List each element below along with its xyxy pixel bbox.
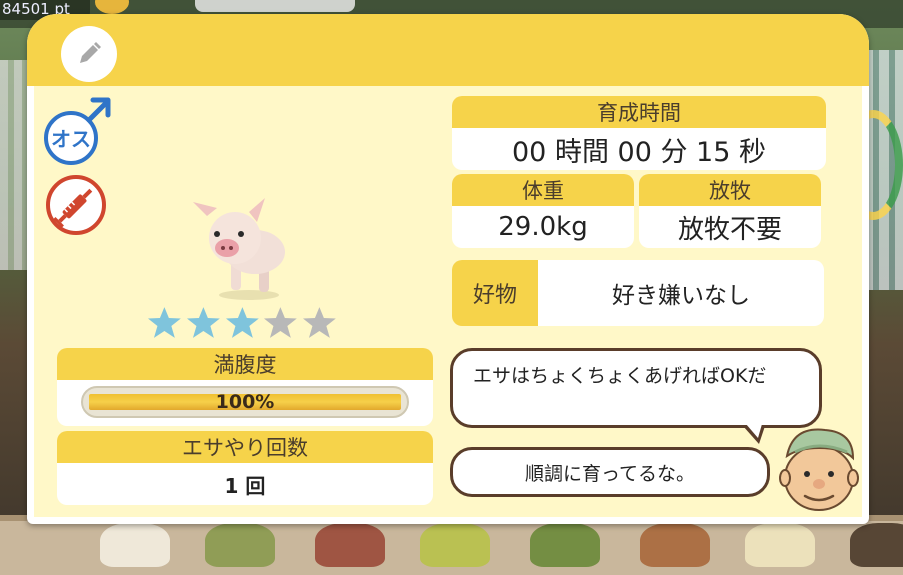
food-shelf bbox=[0, 515, 903, 575]
gender-label: オス bbox=[51, 127, 91, 151]
star-empty-icon bbox=[264, 307, 298, 338]
weight-label: 体重 bbox=[452, 174, 634, 206]
weight-card: 体重 29.0kg bbox=[452, 174, 634, 248]
farmer-avatar bbox=[779, 428, 859, 511]
grazing-label: 放牧 bbox=[639, 174, 821, 206]
fullness-label: 満腹度 bbox=[57, 348, 433, 380]
speech-bubble-tail bbox=[746, 424, 762, 438]
fence bbox=[0, 60, 30, 270]
speech-bubble: エサはちょくちょくあげればOKだ bbox=[450, 348, 822, 428]
grazing-card: 放牧 放牧不要 bbox=[639, 174, 821, 248]
fullness-card: 満腹度 100% bbox=[57, 348, 433, 426]
animal-info-dialog: オス 満腹度 100% エサやり回数 1 回 育成時間 00 時間 00 分 1… bbox=[27, 14, 869, 524]
grow-time-value: 00 時間 00 分 15 秒 bbox=[512, 136, 766, 168]
weight-value: 29.0kg bbox=[498, 212, 588, 242]
food-item[interactable] bbox=[315, 523, 385, 567]
grazing-value: 放牧不要 bbox=[677, 214, 782, 245]
dialog-header bbox=[27, 14, 869, 86]
favorite-food-card: 好物 好き嫌いなし bbox=[452, 260, 824, 326]
food-item[interactable] bbox=[640, 523, 710, 567]
star-filled-icon bbox=[147, 307, 181, 338]
feed-count-value: 1 回 bbox=[224, 473, 266, 498]
feed-count-card: エサやり回数 1 回 bbox=[57, 431, 433, 505]
fullness-bar: 100% bbox=[81, 386, 409, 418]
star-rating bbox=[147, 306, 337, 340]
male-symbol-icon: オス bbox=[44, 97, 111, 165]
food-item[interactable] bbox=[205, 523, 275, 567]
star-filled-icon bbox=[186, 307, 220, 338]
favorite-food-value: 好き嫌いなし bbox=[612, 283, 750, 309]
fullness-value: 100% bbox=[215, 391, 275, 413]
food-item[interactable] bbox=[850, 523, 903, 567]
food-item[interactable] bbox=[745, 523, 815, 567]
edit-name-button[interactable] bbox=[61, 26, 117, 82]
pencil-icon bbox=[80, 42, 101, 63]
syringe-icon bbox=[46, 175, 106, 235]
grow-time-label: 育成時間 bbox=[452, 96, 826, 128]
food-item[interactable] bbox=[530, 523, 600, 567]
grow-time-card: 育成時間 00 時間 00 分 15 秒 bbox=[452, 96, 826, 170]
star-empty-icon bbox=[303, 307, 336, 338]
food-item[interactable] bbox=[100, 523, 170, 567]
favorite-food-label: 好物 bbox=[452, 260, 538, 326]
top-tab bbox=[195, 0, 355, 12]
feed-count-label: エサやり回数 bbox=[57, 431, 433, 463]
speech-bubble: 順調に育ってるな。 bbox=[450, 447, 770, 497]
food-item[interactable] bbox=[420, 523, 490, 567]
star-filled-icon bbox=[225, 307, 259, 338]
pig-image bbox=[193, 198, 285, 300]
